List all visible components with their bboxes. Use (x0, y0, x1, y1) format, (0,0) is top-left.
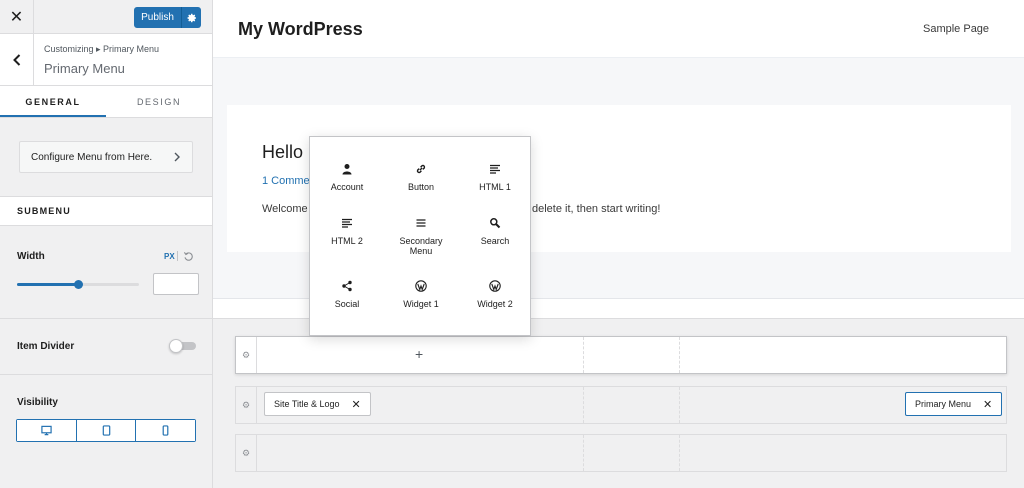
popup-item-search[interactable]: Search (458, 215, 532, 246)
menu-icon (416, 219, 426, 227)
column-separator (679, 435, 680, 471)
nav-link-sample-page[interactable]: Sample Page (923, 23, 989, 35)
chevron-right-icon (174, 152, 180, 162)
gear-icon (187, 13, 196, 22)
mobile-icon (162, 425, 169, 436)
publish-group: Publish (134, 7, 201, 28)
gear-icon: ⚙ (241, 349, 251, 360)
visibility-label: Visibility (17, 397, 58, 408)
site-header: My WordPress Sample Page (213, 0, 1024, 58)
publish-settings-button[interactable] (181, 7, 201, 28)
builder-row-main: ⚙ Site Title & Logo ✕ Primary Menu ✕ (235, 386, 1007, 424)
item-divider-label: Item Divider (17, 341, 75, 352)
row-settings-button[interactable]: ⚙ (236, 337, 257, 373)
popup-item-label: Widget 1 (403, 299, 439, 309)
width-unit-px[interactable]: PX (164, 252, 175, 261)
back-button[interactable] (0, 34, 34, 86)
width-slider[interactable] (17, 280, 139, 289)
popup-item-label: Account (330, 182, 364, 192)
share-icon (342, 280, 352, 292)
gear-icon: ⚙ (241, 399, 251, 410)
visibility-desktop-button[interactable] (17, 420, 76, 441)
row-settings-button[interactable]: ⚙ (236, 435, 257, 471)
configure-menu-link[interactable]: Configure Menu from Here. (19, 141, 193, 173)
popup-item-widget-2[interactable]: Widget 2 (458, 278, 532, 309)
remove-chip-icon[interactable]: ✕ (352, 398, 361, 411)
link-icon (416, 164, 426, 174)
site-title-logo-chip[interactable]: Site Title & Logo ✕ (264, 392, 371, 416)
column-separator (583, 337, 584, 373)
popup-item-secondary-menu[interactable]: Secondary Menu (384, 215, 458, 256)
remove-chip-icon[interactable]: ✕ (983, 398, 992, 411)
add-element-popup: Account Button HTML 1 HTML 2 Secondary M… (309, 136, 531, 336)
popup-item-html-1[interactable]: HTML 1 (458, 161, 532, 192)
divider (0, 318, 212, 319)
submenu-heading: SUBMENU (0, 196, 212, 226)
popup-item-label: Widget 2 (477, 299, 513, 309)
account-icon (342, 164, 352, 175)
width-input[interactable] (153, 273, 199, 295)
text-lines-icon (490, 164, 500, 174)
width-slider-fill (17, 283, 78, 286)
configure-menu-label: Configure Menu from Here. (31, 151, 153, 163)
visibility-buttons (16, 419, 196, 442)
gear-icon: ⚙ (241, 447, 251, 458)
section-header: Customizing ▸ Primary Menu Primary Menu (0, 34, 212, 86)
width-label: Width (17, 251, 45, 262)
visibility-mobile-button[interactable] (135, 420, 196, 441)
popup-item-label: HTML 2 (331, 236, 363, 246)
close-customizer-button[interactable]: ✕ (0, 0, 34, 34)
post-excerpt-start: Welcome (262, 203, 308, 215)
breadcrumb: Customizing ▸ Primary Menu (44, 44, 160, 54)
customizer-sidebar: ✕ Publish Customizing ▸ Primary Menu Pri… (0, 0, 213, 488)
text-lines-icon (342, 218, 352, 228)
toggle-knob (169, 339, 183, 353)
column-separator (679, 337, 680, 373)
wordpress-icon (489, 280, 501, 292)
sidebar-topbar: ✕ Publish (0, 0, 212, 34)
settings-tabs: GENERAL DESIGN (0, 86, 212, 118)
primary-menu-chip[interactable]: Primary Menu ✕ (905, 392, 1003, 416)
post-title[interactable]: Hello (262, 142, 303, 163)
popup-item-button[interactable]: Button (384, 161, 458, 192)
popup-item-widget-1[interactable]: Widget 1 (384, 278, 458, 309)
unit-separator (177, 251, 178, 261)
section-title: Primary Menu (44, 61, 125, 76)
item-divider-toggle[interactable] (169, 339, 196, 353)
popup-item-label: Secondary Menu (399, 236, 443, 256)
popup-item-label: Search (480, 236, 510, 246)
width-slider-handle[interactable] (74, 280, 83, 289)
site-title[interactable]: My WordPress (238, 19, 363, 40)
builder-row-top: ⚙ + (235, 336, 1007, 374)
column-separator (583, 435, 584, 471)
popup-item-html-2[interactable]: HTML 2 (310, 215, 384, 246)
search-icon (490, 218, 501, 229)
builder-row-bottom: ⚙ (235, 434, 1007, 472)
column-separator (583, 387, 584, 423)
popup-item-label: Button (407, 182, 435, 192)
chevron-left-icon (12, 54, 20, 66)
publish-button[interactable]: Publish (134, 7, 181, 28)
add-item-button[interactable]: + (415, 346, 423, 362)
chip-label: Site Title & Logo (274, 399, 340, 409)
popup-item-label: Social (334, 299, 360, 309)
post-excerpt-end: delete it, then start writing! (532, 203, 661, 215)
visibility-tablet-button[interactable] (75, 420, 136, 441)
header-builder: ⚙ + ⚙ Site Title & Logo ✕ Primary Menu ✕… (213, 318, 1024, 488)
popup-item-social[interactable]: Social (310, 278, 384, 309)
popup-item-account[interactable]: Account (310, 161, 384, 192)
tablet-icon (102, 425, 110, 436)
post-comments-link[interactable]: 1 Comme (262, 175, 310, 187)
row-settings-button[interactable]: ⚙ (236, 387, 257, 423)
tab-design[interactable]: DESIGN (106, 86, 212, 117)
reset-icon[interactable] (183, 251, 194, 262)
column-separator (679, 387, 680, 423)
divider (0, 374, 212, 375)
wordpress-icon (415, 280, 427, 292)
chip-label: Primary Menu (915, 399, 972, 409)
tab-general[interactable]: GENERAL (0, 86, 106, 117)
close-icon: ✕ (9, 9, 24, 26)
desktop-icon (41, 425, 52, 436)
popup-item-label: HTML 1 (479, 182, 511, 192)
